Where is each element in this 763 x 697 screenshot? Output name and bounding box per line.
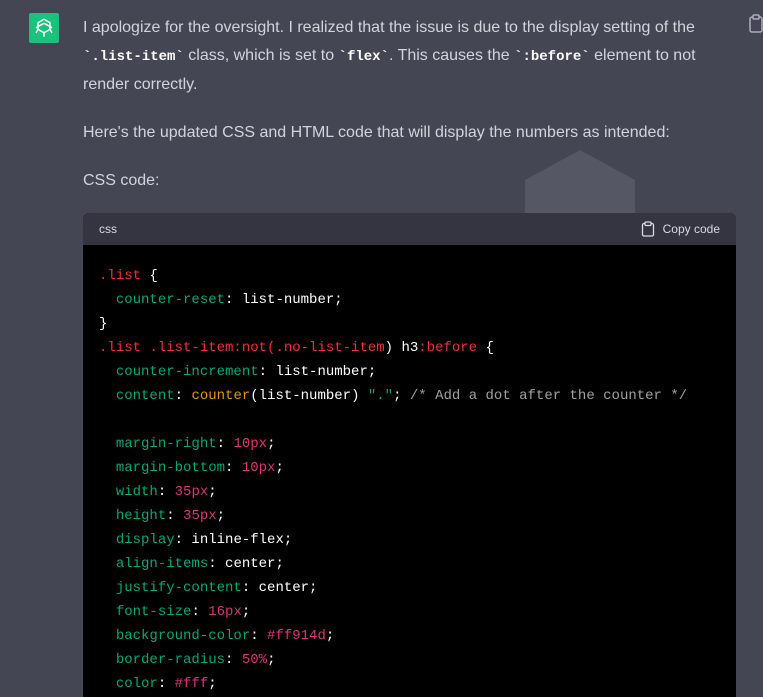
code-token: content <box>115 388 175 404</box>
code-line: display: inline-flex; <box>115 532 293 548</box>
code-line: font-size: 16px; <box>115 604 251 620</box>
code-line: width: 35px; <box>115 484 217 500</box>
copy-code-label: Copy code <box>662 222 720 236</box>
code-line: height: 35px; <box>115 508 226 524</box>
text-segment: I apologize for the oversight. I realize… <box>83 19 695 36</box>
chat-page: AIPRM AIPRM I apologize for the oversigh… <box>0 0 763 697</box>
code-token: display <box>115 532 175 548</box>
code-token: .list <box>99 268 142 284</box>
code-token: 35px <box>183 508 217 524</box>
code-token: #ff914d <box>267 628 326 644</box>
assistant-message: I apologize for the oversight. I realize… <box>83 14 743 215</box>
code-token: font-size <box>115 604 192 620</box>
code-token: width <box>115 484 158 500</box>
code-token: margin-right <box>115 436 217 452</box>
message-paragraph-3: CSS code: <box>83 172 160 189</box>
code-block-header: css Copy code <box>83 213 736 245</box>
code-token: background-color <box>115 628 251 644</box>
code-token: 10px <box>241 460 276 476</box>
code-line: border-radius: 50%; <box>115 652 276 668</box>
code-content[interactable]: .list { counter-reset: list-number;} .lis… <box>83 245 736 696</box>
code-line: content: counter(list-number) "."; /* Ad… <box>115 388 688 404</box>
code-token: center; <box>216 556 284 572</box>
code-token: :before <box>418 340 478 356</box>
code-token: justify-content <box>115 580 242 596</box>
code-token: /* Add a dot after the counter */ <box>409 388 688 404</box>
inline-code: `flex` <box>338 49 389 65</box>
openai-logo-icon <box>35 18 53 37</box>
message-paragraph-2: Here's the updated CSS and HTML code tha… <box>83 124 670 141</box>
code-token: height <box>115 508 167 524</box>
code-line: margin-right: 10px; <box>115 436 276 452</box>
text-segment: class, which is set to <box>183 47 339 64</box>
code-token: color <box>115 676 158 692</box>
code-line: align-items: center; <box>115 556 284 572</box>
code-line: justify-content: center; <box>115 580 318 596</box>
code-token: center; <box>250 580 318 596</box>
code-line: counter-increment: list-number; <box>115 364 377 380</box>
code-token: "." <box>367 388 394 404</box>
code-token: { <box>477 340 494 356</box>
message-paragraph-1: I apologize for the oversight. I realize… <box>83 14 743 99</box>
assistant-avatar <box>29 13 59 43</box>
code-line: margin-bottom: 10px; <box>115 460 284 476</box>
code-token: #fff <box>174 676 209 692</box>
code-block: css Copy code .list { counter-reset: lis… <box>83 213 736 697</box>
code-token: .list .list-item:not( <box>99 340 276 356</box>
code-line: } <box>99 316 108 332</box>
code-token: margin-bottom <box>115 460 226 476</box>
code-line: background-color: #ff914d; <box>115 628 335 644</box>
code-token: list-number; <box>267 364 377 380</box>
code-token: list-number; <box>233 292 343 308</box>
inline-code: `:before` <box>514 49 590 65</box>
code-token: border-radius <box>115 652 226 668</box>
text-segment: . This causes the <box>388 47 515 64</box>
inline-code: `.list-item` <box>83 49 184 65</box>
copy-code-button[interactable]: Copy code <box>641 221 720 237</box>
code-language-label: css <box>99 222 117 236</box>
code-token: 50% <box>241 652 268 668</box>
code-token: 10px <box>233 436 268 452</box>
code-line: .list .list-item:not(.no-list-item) h3:b… <box>99 336 720 360</box>
clipboard-icon[interactable] <box>748 14 763 34</box>
code-token: align-items <box>115 556 209 572</box>
code-line: .list { <box>99 264 720 288</box>
code-token: .no-list-item <box>275 340 385 356</box>
clipboard-icon <box>641 221 654 237</box>
code-token: ; <box>393 388 410 404</box>
code-token: counter <box>191 388 251 404</box>
code-line: counter-reset: list-number; <box>115 292 343 308</box>
code-token: { <box>141 268 158 284</box>
code-token: counter-reset <box>115 292 226 308</box>
code-token: inline-flex; <box>183 532 293 548</box>
code-token: (list-number) <box>250 388 368 404</box>
code-token: 35px <box>174 484 209 500</box>
code-token: 16px <box>208 604 242 620</box>
code-token: ) h3 <box>384 340 419 356</box>
code-token: counter-increment <box>115 364 259 380</box>
code-line: color: #fff; <box>115 676 217 692</box>
